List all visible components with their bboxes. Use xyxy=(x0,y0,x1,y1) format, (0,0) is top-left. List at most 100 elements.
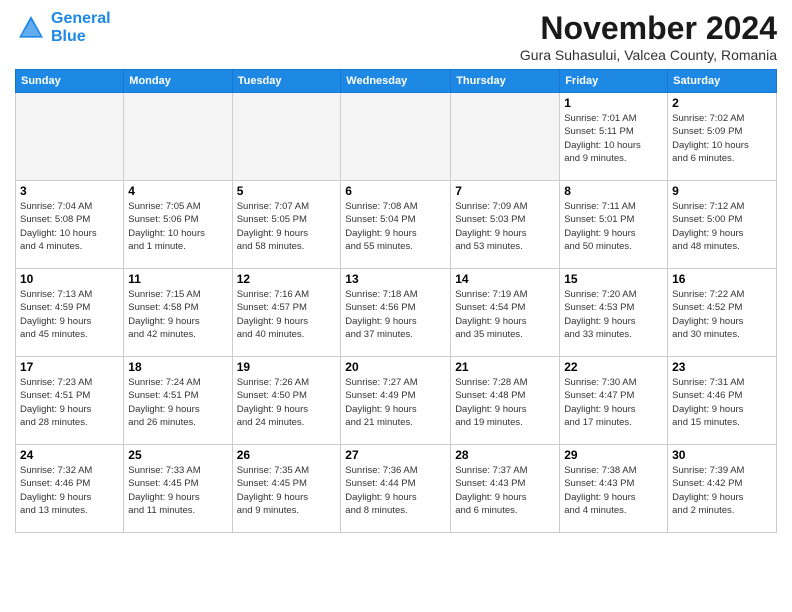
calendar-cell: 27 Sunrise: 7:36 AM Sunset: 4:44 PM Dayli… xyxy=(341,445,451,533)
day-number: 30 xyxy=(672,448,772,462)
calendar-cell: 29 Sunrise: 7:38 AM Sunset: 4:43 PM Dayli… xyxy=(560,445,668,533)
day-number: 24 xyxy=(20,448,119,462)
calendar-week-4: 17 Sunrise: 7:23 AM Sunset: 4:51 PM Dayli… xyxy=(16,357,777,445)
day-number: 8 xyxy=(564,184,663,198)
day-number: 22 xyxy=(564,360,663,374)
day-info: Sunrise: 7:12 AM Sunset: 5:00 PM Dayligh… xyxy=(672,200,772,253)
day-info: Sunrise: 7:31 AM Sunset: 4:46 PM Dayligh… xyxy=(672,376,772,429)
calendar-cell: 6Sunrise: 7:08 AM Sunset: 5:04 PM Daylig… xyxy=(341,181,451,269)
calendar-cell: 4 Sunrise: 7:05 AM Sunset: 5:06 PM Daylig… xyxy=(124,181,232,269)
calendar-cell: 2 Sunrise: 7:02 AM Sunset: 5:09 PM Daylig… xyxy=(668,93,777,181)
calendar-cell: 30 Sunrise: 7:39 AM Sunset: 4:42 PM Dayli… xyxy=(668,445,777,533)
logo: General Blue xyxy=(15,10,111,45)
day-number: 10 xyxy=(20,272,119,286)
calendar-cell: 26Sunrise: 7:35 AM Sunset: 4:45 PM Dayli… xyxy=(232,445,341,533)
day-number: 17 xyxy=(20,360,119,374)
day-number: 5 xyxy=(237,184,337,198)
calendar-cell: 14 Sunrise: 7:19 AM Sunset: 4:54 PM Dayli… xyxy=(451,269,560,357)
day-info: Sunrise: 7:26 AM Sunset: 4:50 PM Dayligh… xyxy=(237,376,337,429)
calendar-cell: 16 Sunrise: 7:22 AM Sunset: 4:52 PM Dayli… xyxy=(668,269,777,357)
day-info: Sunrise: 7:16 AM Sunset: 4:57 PM Dayligh… xyxy=(237,288,337,341)
calendar-cell: 23 Sunrise: 7:31 AM Sunset: 4:46 PM Dayli… xyxy=(668,357,777,445)
calendar-cell: 8Sunrise: 7:11 AM Sunset: 5:01 PM Daylig… xyxy=(560,181,668,269)
page-container: General Blue November 2024 Gura Suhasulu… xyxy=(0,0,792,538)
day-info: Sunrise: 7:20 AM Sunset: 4:53 PM Dayligh… xyxy=(564,288,663,341)
day-number: 16 xyxy=(672,272,772,286)
calendar-week-3: 10 Sunrise: 7:13 AM Sunset: 4:59 PM Dayli… xyxy=(16,269,777,357)
calendar-cell: 15Sunrise: 7:20 AM Sunset: 4:53 PM Dayli… xyxy=(560,269,668,357)
day-info: Sunrise: 7:38 AM Sunset: 4:43 PM Dayligh… xyxy=(564,464,663,517)
calendar-cell: 10 Sunrise: 7:13 AM Sunset: 4:59 PM Dayli… xyxy=(16,269,124,357)
day-header-tuesday: Tuesday xyxy=(232,70,341,93)
day-info: Sunrise: 7:36 AM Sunset: 4:44 PM Dayligh… xyxy=(345,464,446,517)
day-number: 9 xyxy=(672,184,772,198)
calendar-cell xyxy=(451,93,560,181)
day-info: Sunrise: 7:23 AM Sunset: 4:51 PM Dayligh… xyxy=(20,376,119,429)
day-number: 21 xyxy=(455,360,555,374)
day-info: Sunrise: 7:30 AM Sunset: 4:47 PM Dayligh… xyxy=(564,376,663,429)
day-info: Sunrise: 7:28 AM Sunset: 4:48 PM Dayligh… xyxy=(455,376,555,429)
day-header-thursday: Thursday xyxy=(451,70,560,93)
calendar-cell xyxy=(124,93,232,181)
day-number: 26 xyxy=(237,448,337,462)
day-number: 11 xyxy=(128,272,227,286)
day-header-friday: Friday xyxy=(560,70,668,93)
day-info: Sunrise: 7:04 AM Sunset: 5:08 PM Dayligh… xyxy=(20,200,119,253)
title-area: November 2024 Gura Suhasului, Valcea Cou… xyxy=(520,10,777,63)
day-number: 28 xyxy=(455,448,555,462)
day-info: Sunrise: 7:02 AM Sunset: 5:09 PM Dayligh… xyxy=(672,112,772,165)
day-header-monday: Monday xyxy=(124,70,232,93)
day-number: 1 xyxy=(564,96,663,110)
day-header-sunday: Sunday xyxy=(16,70,124,93)
calendar-cell: 28 Sunrise: 7:37 AM Sunset: 4:43 PM Dayli… xyxy=(451,445,560,533)
calendar-cell xyxy=(16,93,124,181)
day-number: 20 xyxy=(345,360,446,374)
calendar-cell: 7Sunrise: 7:09 AM Sunset: 5:03 PM Daylig… xyxy=(451,181,560,269)
calendar-cell: 9 Sunrise: 7:12 AM Sunset: 5:00 PM Daylig… xyxy=(668,181,777,269)
subtitle: Gura Suhasului, Valcea County, Romania xyxy=(520,47,777,63)
day-number: 4 xyxy=(128,184,227,198)
calendar-cell: 13Sunrise: 7:18 AM Sunset: 4:56 PM Dayli… xyxy=(341,269,451,357)
day-info: Sunrise: 7:39 AM Sunset: 4:42 PM Dayligh… xyxy=(672,464,772,517)
calendar-week-1: 1 Sunrise: 7:01 AM Sunset: 5:11 PM Daylig… xyxy=(16,93,777,181)
day-number: 29 xyxy=(564,448,663,462)
day-info: Sunrise: 7:15 AM Sunset: 4:58 PM Dayligh… xyxy=(128,288,227,341)
calendar-cell: 17 Sunrise: 7:23 AM Sunset: 4:51 PM Dayli… xyxy=(16,357,124,445)
day-number: 3 xyxy=(20,184,119,198)
day-info: Sunrise: 7:24 AM Sunset: 4:51 PM Dayligh… xyxy=(128,376,227,429)
month-title: November 2024 xyxy=(520,10,777,47)
day-number: 14 xyxy=(455,272,555,286)
calendar-cell: 1 Sunrise: 7:01 AM Sunset: 5:11 PM Daylig… xyxy=(560,93,668,181)
logo-line2: Blue xyxy=(51,28,86,45)
day-info: Sunrise: 7:13 AM Sunset: 4:59 PM Dayligh… xyxy=(20,288,119,341)
logo-text: General Blue xyxy=(51,10,111,45)
calendar: SundayMondayTuesdayWednesdayThursdayFrid… xyxy=(15,69,777,533)
day-number: 27 xyxy=(345,448,446,462)
calendar-cell: 21 Sunrise: 7:28 AM Sunset: 4:48 PM Dayli… xyxy=(451,357,560,445)
calendar-cell xyxy=(232,93,341,181)
day-info: Sunrise: 7:07 AM Sunset: 5:05 PM Dayligh… xyxy=(237,200,337,253)
calendar-cell: 19Sunrise: 7:26 AM Sunset: 4:50 PM Dayli… xyxy=(232,357,341,445)
day-info: Sunrise: 7:37 AM Sunset: 4:43 PM Dayligh… xyxy=(455,464,555,517)
day-number: 23 xyxy=(672,360,772,374)
day-number: 25 xyxy=(128,448,227,462)
day-number: 7 xyxy=(455,184,555,198)
day-number: 2 xyxy=(672,96,772,110)
day-info: Sunrise: 7:19 AM Sunset: 4:54 PM Dayligh… xyxy=(455,288,555,341)
calendar-cell: 5 Sunrise: 7:07 AM Sunset: 5:05 PM Daylig… xyxy=(232,181,341,269)
calendar-cell: 25Sunrise: 7:33 AM Sunset: 4:45 PM Dayli… xyxy=(124,445,232,533)
day-number: 6 xyxy=(345,184,446,198)
calendar-week-5: 24Sunrise: 7:32 AM Sunset: 4:46 PM Dayli… xyxy=(16,445,777,533)
day-header-wednesday: Wednesday xyxy=(341,70,451,93)
calendar-header-row: SundayMondayTuesdayWednesdayThursdayFrid… xyxy=(16,70,777,93)
day-number: 18 xyxy=(128,360,227,374)
day-info: Sunrise: 7:01 AM Sunset: 5:11 PM Dayligh… xyxy=(564,112,663,165)
day-info: Sunrise: 7:22 AM Sunset: 4:52 PM Dayligh… xyxy=(672,288,772,341)
day-number: 12 xyxy=(237,272,337,286)
calendar-cell: 12 Sunrise: 7:16 AM Sunset: 4:57 PM Dayli… xyxy=(232,269,341,357)
day-info: Sunrise: 7:05 AM Sunset: 5:06 PM Dayligh… xyxy=(128,200,227,253)
day-header-saturday: Saturday xyxy=(668,70,777,93)
calendar-cell: 18 Sunrise: 7:24 AM Sunset: 4:51 PM Dayli… xyxy=(124,357,232,445)
day-number: 13 xyxy=(345,272,446,286)
calendar-cell: 24Sunrise: 7:32 AM Sunset: 4:46 PM Dayli… xyxy=(16,445,124,533)
